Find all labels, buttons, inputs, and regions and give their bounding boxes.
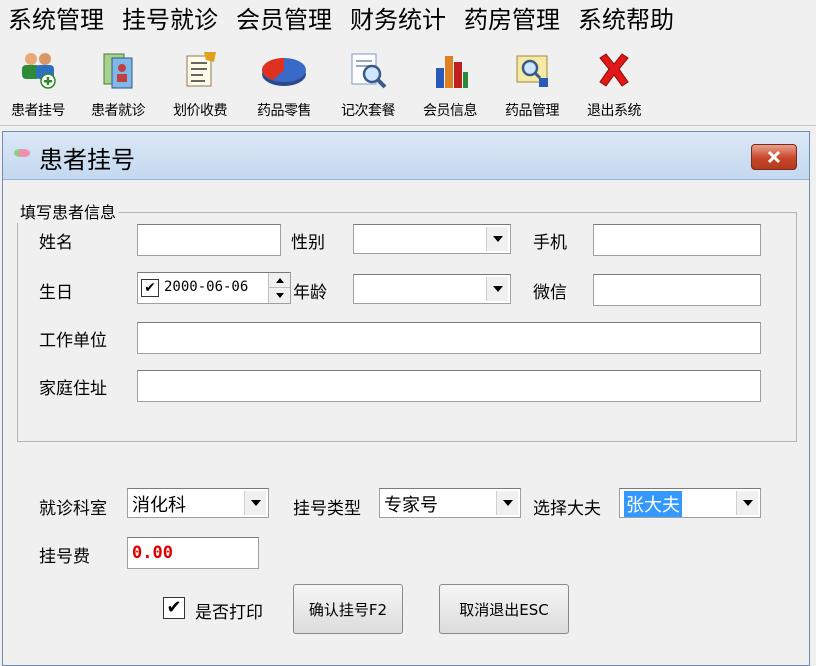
toolbar-label: 会员信息 xyxy=(423,103,478,119)
pie-chart-icon xyxy=(259,50,309,90)
chevron-down-icon[interactable] xyxy=(244,491,266,515)
toolbar-label: 患者挂号 xyxy=(11,103,66,119)
reg-type-value: 专家号 xyxy=(384,495,438,516)
name-label: 姓名 xyxy=(39,233,73,253)
magnifier-document-icon xyxy=(348,50,388,90)
group-title: 填写患者信息 xyxy=(17,199,120,223)
department-label: 就诊科室 xyxy=(39,499,107,519)
birthday-label: 生日 xyxy=(39,283,73,303)
toolbar-label: 划价收费 xyxy=(173,103,228,119)
toolbar-member-info-button[interactable]: 会员信息 xyxy=(412,46,488,124)
users-register-icon xyxy=(18,50,58,90)
birthday-spinner[interactable] xyxy=(268,273,290,303)
cancel-exit-button[interactable]: 取消退出ESC xyxy=(439,584,569,634)
patient-register-dialog: 患者挂号 填写患者信息 姓名 性别 手机 生日 ✔ 2000-06-06 年龄 … xyxy=(2,131,810,666)
app-window: 系统管理 挂号就诊 会员管理 财务统计 药房管理 系统帮助 患者挂号 患者就诊 … xyxy=(0,0,816,666)
drug-management-icon xyxy=(512,50,552,90)
toolbar-label: 药品管理 xyxy=(505,103,560,119)
dialog-close-button[interactable] xyxy=(751,144,797,170)
doctor-value: 张大夫 xyxy=(624,491,682,517)
age-label: 年龄 xyxy=(293,283,327,303)
toolbar-label: 记次套餐 xyxy=(341,103,396,119)
close-x-icon xyxy=(594,50,634,90)
menu-system-management[interactable]: 系统管理 xyxy=(8,0,104,40)
toolbar-drug-management-button[interactable]: 药品管理 xyxy=(494,46,570,124)
leaf-icon xyxy=(14,149,30,157)
bar-chart-icon xyxy=(430,50,470,90)
toolbar-exit-button[interactable]: 退出系统 xyxy=(574,46,654,124)
gender-select[interactable] xyxy=(353,224,511,254)
toolbar: 患者挂号 患者就诊 划价收费 药品零售 记次套餐 会员信息 药品管理 退出系统 xyxy=(0,40,816,126)
reg-type-label: 挂号类型 xyxy=(293,499,361,519)
menu-finance-statistics[interactable]: 财务统计 xyxy=(350,0,446,40)
fee-label: 挂号费 xyxy=(39,547,90,567)
gender-label: 性别 xyxy=(291,233,325,253)
age-select[interactable] xyxy=(353,274,511,304)
birthday-value: 2000-06-06 xyxy=(164,279,249,295)
toolbar-package-button[interactable]: 记次套餐 xyxy=(330,46,406,124)
address-label: 家庭住址 xyxy=(39,379,107,399)
department-select[interactable]: 消化科 xyxy=(127,488,269,518)
chevron-down-icon[interactable] xyxy=(486,227,508,251)
toolbar-patient-register-button[interactable]: 患者挂号 xyxy=(0,46,76,124)
patient-visit-icon xyxy=(98,50,138,90)
spin-down-icon[interactable] xyxy=(269,288,290,303)
toolbar-patient-visit-button[interactable]: 患者就诊 xyxy=(80,46,156,124)
workplace-label: 工作单位 xyxy=(39,331,107,351)
menu-pharmacy-management[interactable]: 药房管理 xyxy=(464,0,560,40)
department-value: 消化科 xyxy=(132,495,186,516)
chevron-down-icon[interactable] xyxy=(486,277,508,301)
chevron-down-icon[interactable] xyxy=(736,491,758,515)
doctor-select[interactable]: 张大夫 xyxy=(619,488,761,518)
toolbar-label: 患者就诊 xyxy=(91,103,146,119)
close-icon xyxy=(767,150,781,164)
chevron-down-icon[interactable] xyxy=(496,491,518,515)
birthday-checkbox[interactable]: ✔ xyxy=(141,279,159,297)
menubar: 系统管理 挂号就诊 会员管理 财务统计 药房管理 系统帮助 xyxy=(0,0,816,40)
confirm-register-button[interactable]: 确认挂号F2 xyxy=(293,584,403,634)
toolbar-billing-button[interactable]: 划价收费 xyxy=(162,46,238,124)
doctor-label: 选择大夫 xyxy=(533,499,601,519)
toolbar-label: 药品零售 xyxy=(257,103,312,119)
address-input[interactable] xyxy=(137,370,761,402)
toolbar-drug-retail-button[interactable]: 药品零售 xyxy=(244,46,324,124)
dialog-title: 患者挂号 xyxy=(39,146,135,174)
menu-member-management[interactable]: 会员管理 xyxy=(236,0,332,40)
toolbar-label: 退出系统 xyxy=(587,103,642,119)
print-label: 是否打印 xyxy=(195,603,263,623)
dialog-titlebar[interactable]: 患者挂号 xyxy=(3,132,809,180)
fee-input[interactable]: 0.00 xyxy=(127,537,259,569)
wechat-label: 微信 xyxy=(533,283,567,303)
name-input[interactable] xyxy=(137,224,281,256)
spin-up-icon[interactable] xyxy=(269,273,290,288)
workplace-input[interactable] xyxy=(137,322,761,354)
menu-system-help[interactable]: 系统帮助 xyxy=(578,0,674,40)
phone-input[interactable] xyxy=(593,224,761,256)
reg-type-select[interactable]: 专家号 xyxy=(379,488,521,518)
billing-icon xyxy=(180,50,220,90)
phone-label: 手机 xyxy=(533,233,567,253)
print-checkbox[interactable]: ✔ xyxy=(163,597,185,619)
menu-registration[interactable]: 挂号就诊 xyxy=(122,0,218,40)
wechat-input[interactable] xyxy=(593,274,761,306)
birthday-datepicker[interactable]: ✔ 2000-06-06 xyxy=(137,272,291,304)
